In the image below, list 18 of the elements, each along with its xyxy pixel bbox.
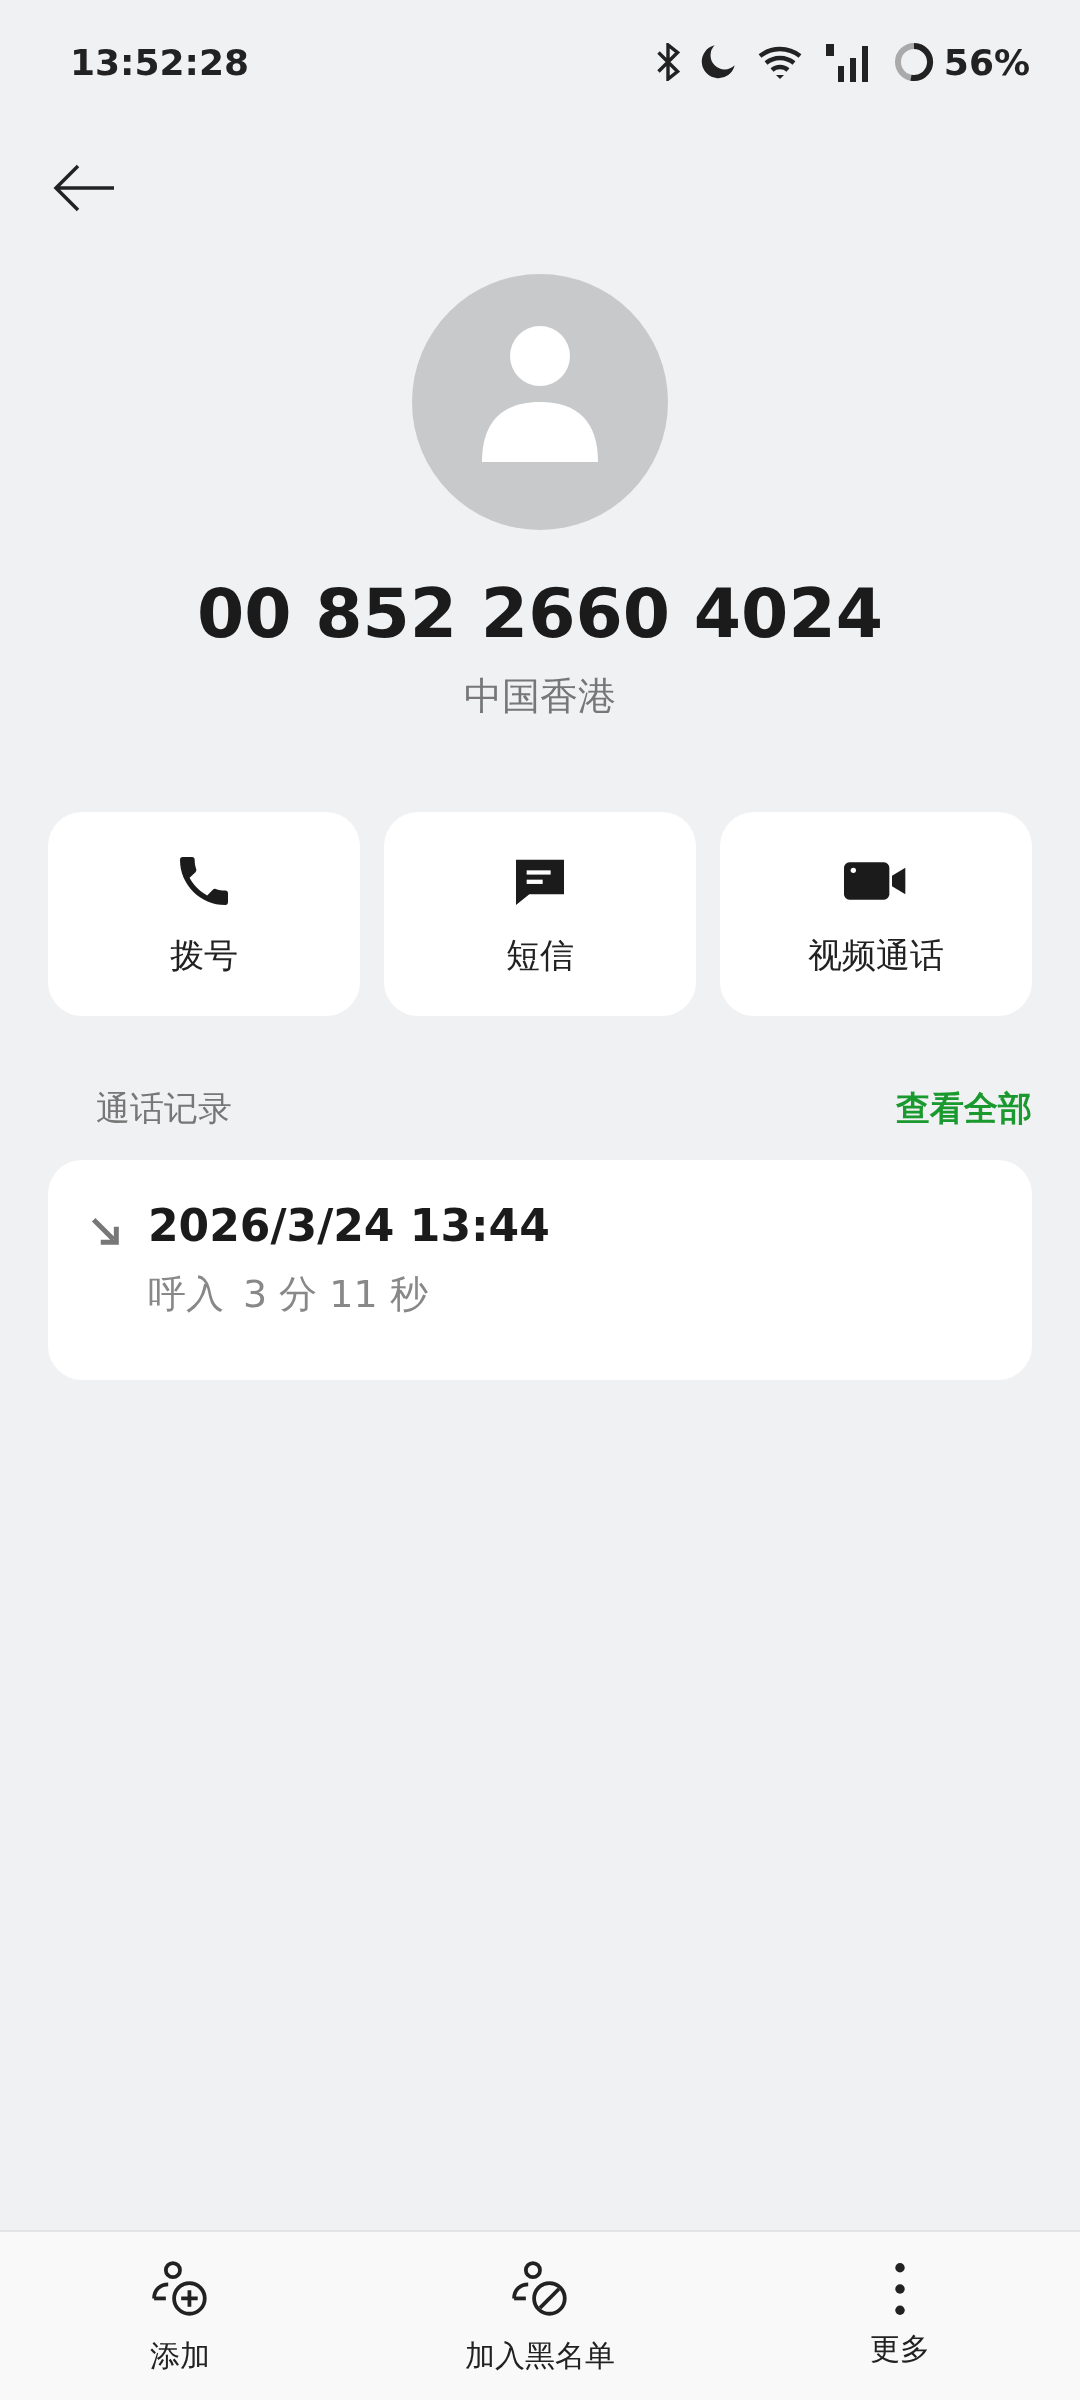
back-arrow-icon [52, 162, 116, 214]
call-details: 呼入 3 分 11 秒 [148, 1271, 429, 1318]
bluetooth-icon [655, 43, 680, 81]
call-log-card[interactable]: 2026/3/24 13:44 呼入 3 分 11 秒 [48, 1160, 1032, 1380]
status-time: 13:52:28 [70, 41, 250, 83]
video-button[interactable]: 视频通话 [720, 812, 1032, 1016]
phone-number: 00 852 2660 4024 [196, 574, 884, 653]
section-title: 通话记录 [96, 1087, 232, 1130]
message-button[interactable]: 短信 [384, 812, 696, 1016]
more-button[interactable]: 更多 [720, 2232, 1080, 2400]
battery-percent: 56% [943, 41, 1030, 83]
block-button[interactable]: 加入黑名单 [360, 2232, 720, 2400]
call-datetime: 2026/3/24 13:44 [148, 1200, 550, 1251]
more-icon [895, 2262, 905, 2315]
add-button[interactable]: 添加 [0, 2232, 360, 2400]
region-label: 中国香港 [464, 673, 616, 720]
battery-icon [893, 42, 934, 82]
call-button[interactable]: 拨号 [48, 812, 360, 1016]
